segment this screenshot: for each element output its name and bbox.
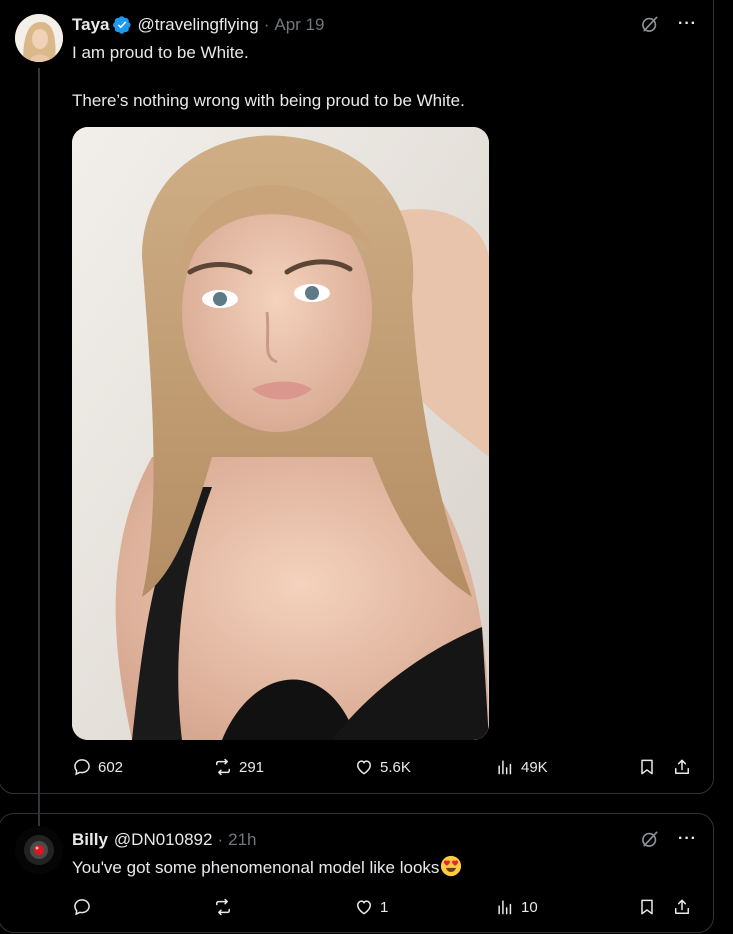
bookmark-icon (641, 899, 653, 915)
tweet-photo[interactable] (72, 127, 489, 740)
tweet-header: Taya @travelingflying · Apr 19 (72, 14, 324, 36)
repost-icon (216, 898, 230, 916)
reply-timestamp[interactable]: 21h (228, 830, 256, 850)
views-button[interactable]: 49K (495, 755, 548, 779)
reply-header-separator: · (217, 830, 224, 849)
repost-button[interactable]: 291 (213, 755, 264, 779)
reply-views-count: 10 (521, 898, 538, 916)
tweet-text-line1: I am proud to be White. (72, 43, 249, 62)
grok-icon[interactable] (640, 829, 660, 849)
more-icon[interactable]: ··· (678, 829, 697, 849)
reply-like-count: 1 (380, 898, 389, 916)
tweet-text-line2: There’s nothing wrong with being proud t… (72, 91, 465, 110)
reply-like-button[interactable]: 1 (354, 895, 388, 919)
reply-repost-button[interactable] (213, 895, 239, 919)
reply-author-handle[interactable]: @DN010892 (114, 830, 213, 850)
reply-text: You've got some phenomenonal model like … (72, 855, 462, 879)
header-separator: · (263, 15, 270, 34)
reply-count: 602 (98, 758, 124, 776)
tweet-action-bar: 602 291 5.6K 49K (72, 755, 700, 779)
reply-author-name[interactable]: Billy (72, 830, 108, 850)
heart-eyes-emoji (441, 855, 462, 877)
reply-action-bar: 1 10 (72, 895, 700, 919)
reply-views-button[interactable]: 10 (495, 895, 538, 919)
like-icon (356, 760, 372, 775)
photo-image (72, 127, 489, 740)
author-name[interactable]: Taya (72, 15, 110, 35)
bookmark-icon (641, 759, 653, 775)
reply-text-content: You've got some phenomenonal model like … (72, 858, 440, 877)
reply-top-actions: ··· (640, 829, 697, 849)
reply-share-button[interactable] (672, 895, 692, 919)
more-icon[interactable]: ··· (678, 14, 697, 34)
views-icon (498, 900, 512, 915)
tweet-top-actions: ··· (640, 14, 697, 34)
author-avatar[interactable] (15, 14, 63, 62)
views-icon (498, 760, 512, 775)
reply-reply-button[interactable] (72, 895, 98, 919)
reply-button[interactable]: 602 (72, 755, 123, 779)
repost-icon (216, 758, 230, 776)
like-count: 5.6K (380, 758, 411, 776)
tweet-timestamp[interactable]: Apr 19 (274, 15, 324, 35)
thread-connector-top (38, 803, 40, 827)
share-button[interactable] (672, 755, 692, 779)
bookmark-button[interactable] (637, 755, 657, 779)
share-icon (675, 899, 689, 914)
reply-icon (74, 759, 90, 776)
reply-icon (74, 899, 90, 916)
like-button[interactable]: 5.6K (354, 755, 411, 779)
like-icon (356, 900, 372, 915)
reply-header: Billy @DN010892 · 21h (72, 829, 257, 851)
reply-author-avatar[interactable] (15, 826, 63, 874)
author-handle[interactable]: @travelingflying (138, 15, 259, 35)
repost-count: 291 (239, 758, 265, 776)
reply-bookmark-button[interactable] (637, 895, 657, 919)
views-count: 49K (521, 758, 548, 776)
share-icon (675, 759, 689, 774)
verified-badge-icon[interactable] (112, 15, 132, 35)
grok-icon[interactable] (640, 14, 660, 34)
thread-connector (38, 68, 40, 808)
